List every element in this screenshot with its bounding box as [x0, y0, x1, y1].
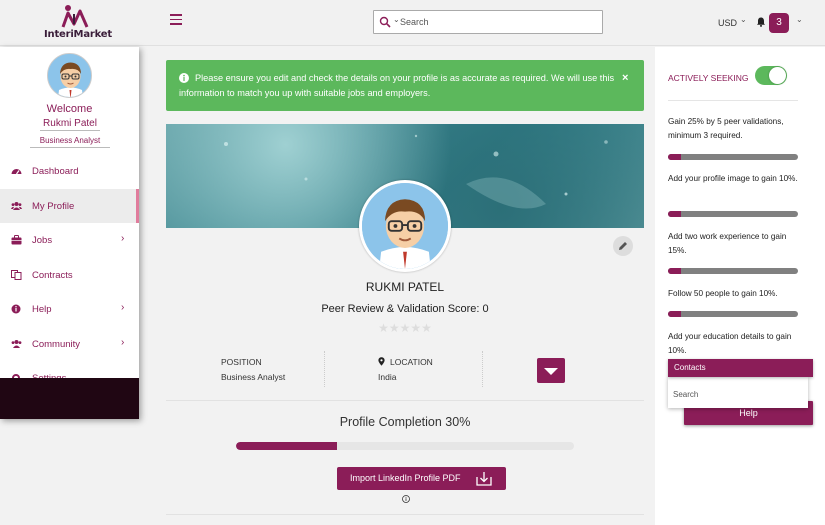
alert-text: Please ensure you edit and check the det…	[179, 73, 615, 98]
profile-completion-title: Profile Completion 30%	[339, 415, 471, 429]
rating-stars: ★★★★★	[378, 321, 432, 335]
location-value: India	[378, 372, 397, 382]
profile-name: RUKMI PATEL	[365, 280, 445, 294]
import-linkedin-button[interactable]: Import LinkedIn Profile PDF	[337, 467, 506, 490]
bell-icon[interactable]	[756, 17, 766, 27]
tip-progress-bar	[668, 268, 798, 274]
right-panel: ACTIVELY SEEKING Gain 25% by 5 peer vali…	[655, 47, 825, 525]
position-value: Business Analyst	[221, 372, 286, 382]
logo-mark-icon	[61, 5, 89, 28]
contacts-panel	[668, 377, 808, 408]
chevron-right-icon: ›	[121, 302, 125, 313]
tip-progress-bar	[668, 154, 798, 160]
tip-work-experience: Add two work experience to gain 15%.	[668, 232, 787, 255]
dashboard-icon	[11, 169, 22, 175]
pencil-icon	[619, 242, 627, 250]
sidebar-item-dashboard[interactable]: Dashboard	[0, 154, 139, 189]
close-icon[interactable]: ×	[622, 72, 628, 84]
avatar-illustration	[362, 183, 448, 269]
contacts-header[interactable]: Contacts	[668, 359, 813, 377]
tip-progress-fill	[668, 311, 681, 317]
actively-seeking-label: ACTIVELY SEEKING	[668, 73, 749, 83]
notification-badge[interactable]: 3	[769, 13, 789, 33]
user-role: Business Analyst	[30, 136, 110, 148]
currency-selector[interactable]: USD	[718, 18, 737, 28]
search-input[interactable]	[400, 15, 590, 29]
sidebar-item-label: Contracts	[32, 269, 73, 281]
info-icon[interactable]	[402, 495, 410, 503]
position-block: POSITION Business Analyst	[166, 351, 325, 387]
top-header: InteriMarket ⌄ USD ⌄ 3 ⌄	[0, 0, 825, 46]
tip-follow-people: Follow 50 people to gain 10%.	[668, 289, 778, 298]
location-label: LOCATION	[390, 357, 433, 367]
profile-completion-bar	[236, 442, 574, 450]
sidebar: Welcome Rukmi Patel Business Analyst Das…	[0, 47, 139, 419]
toggle-knob	[769, 67, 786, 84]
search-icon	[379, 16, 391, 28]
sidebar-item-community[interactable]: Community ›	[0, 327, 139, 362]
tip-progress-bar	[668, 311, 798, 317]
sidebar-item-contracts[interactable]: Contracts	[0, 258, 139, 293]
position-label: POSITION	[221, 357, 262, 367]
chevron-down-icon[interactable]: ⌄	[796, 15, 803, 24]
divider	[166, 514, 644, 515]
divider	[166, 400, 644, 401]
sidebar-item-label: Dashboard	[32, 166, 79, 177]
edit-profile-button[interactable]	[613, 236, 633, 256]
sidebar-footer-overlay	[0, 378, 139, 419]
chevron-down-icon[interactable]: ⌄	[740, 15, 747, 24]
sidebar-item-label: My Profile	[32, 200, 75, 212]
welcome-text: Welcome	[46, 103, 93, 115]
tip-progress-fill	[668, 211, 681, 217]
global-search[interactable]: ⌄	[373, 10, 603, 34]
sidebar-nav: Dashboard My Profile Jobs › Contracts He…	[0, 154, 139, 396]
tip-profile-image: Add your profile image to gain 10%.	[668, 174, 798, 183]
sidebar-item-help[interactable]: Help ›	[0, 292, 139, 327]
profile-alert: Please ensure you edit and check the det…	[166, 60, 644, 111]
main-content: Please ensure you edit and check the det…	[139, 47, 655, 525]
sidebar-item-label: Community	[32, 338, 81, 350]
tip-education: Add your education details to gain 10%.	[668, 332, 792, 355]
caret-down-icon	[544, 368, 558, 375]
briefcase-icon	[11, 235, 22, 245]
tip-progress-bar	[668, 211, 798, 217]
user-name[interactable]: Rukmi Patel	[40, 118, 100, 131]
profile-completion-fill	[236, 442, 338, 450]
logo-text: InteriMarket	[44, 29, 112, 40]
download-icon	[476, 472, 492, 486]
tip-progress-fill	[668, 268, 681, 274]
info-icon	[11, 304, 21, 314]
users-icon	[11, 339, 22, 348]
chevron-right-icon: ›	[121, 336, 125, 348]
users-icon	[11, 201, 22, 210]
sidebar-item-my-profile[interactable]: My Profile	[0, 188, 139, 223]
sidebar-item-jobs[interactable]: Jobs ›	[0, 223, 139, 258]
map-marker-icon	[378, 357, 385, 366]
tip-peer-validation: Gain 25% by 5 peer validations, minimum …	[668, 117, 784, 140]
avatar[interactable]	[47, 53, 92, 98]
expand-details-button[interactable]	[537, 358, 565, 383]
contacts-search-input[interactable]	[673, 387, 798, 401]
validation-score: Peer Review & Validation Score: 0	[321, 303, 489, 315]
sidebar-item-label: Jobs	[32, 235, 53, 246]
copy-icon	[11, 269, 22, 280]
divider	[668, 100, 798, 101]
profile-info-row: POSITION Business Analyst LOCATION India	[166, 351, 644, 391]
chevron-right-icon: ›	[121, 233, 125, 244]
chevron-down-icon[interactable]: ⌄	[393, 15, 400, 24]
profile-avatar[interactable]	[359, 180, 451, 272]
menu-toggle-icon[interactable]	[170, 14, 182, 26]
sidebar-item-label: Help	[32, 304, 52, 315]
interimarket-logo[interactable]: InteriMarket	[40, 2, 112, 42]
profile-card: RUKMI PATEL Peer Review & Validation Sco…	[166, 124, 644, 524]
tip-progress-fill	[668, 154, 681, 160]
avatar-illustration	[48, 54, 91, 97]
actively-seeking-toggle[interactable]	[755, 66, 787, 85]
import-linkedin-label: Import LinkedIn Profile PDF	[350, 473, 461, 483]
location-block: LOCATION India	[325, 351, 483, 387]
